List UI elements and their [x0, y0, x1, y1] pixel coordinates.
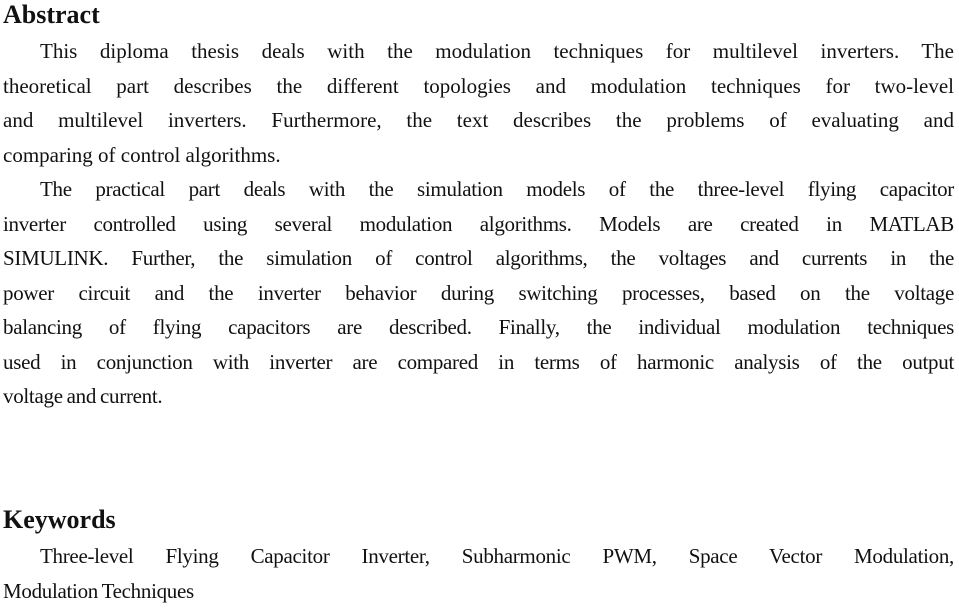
text-line: used in conjunction with inverter are co…: [3, 349, 954, 374]
abstract-paragraph-practical: The practical part deals with the simula…: [3, 172, 954, 414]
text-line: inverter controlled using several modula…: [3, 211, 954, 236]
abstract-paragraph-theoretical: This diploma thesis deals with the modul…: [3, 34, 954, 172]
text-line: and multilevel inverters. Furthermore, t…: [3, 108, 954, 132]
abstract-heading: Abstract: [3, 0, 100, 29]
keywords-line: Modulation Techniques: [3, 578, 194, 603]
text-line: theoretical part describes the different…: [3, 73, 954, 98]
text-line: power circuit and the inverter behavior …: [3, 280, 954, 305]
text-line: The practical part deals with the simula…: [40, 177, 954, 201]
keywords-line: Three-level Flying Capacitor Inverter, S…: [40, 544, 954, 568]
text-line: balancing of flying capacitors are descr…: [3, 315, 954, 339]
text-line: SIMULINK. Further, the simulation of con…: [3, 246, 954, 270]
text-line: comparing of control algorithms.: [3, 142, 281, 167]
text-line: voltage and current.: [3, 384, 163, 408]
keywords-heading: Keywords: [3, 505, 116, 534]
text-line: This diploma thesis deals with the modul…: [40, 39, 954, 63]
keywords-list: Three-level Flying Capacitor Inverter, S…: [3, 539, 954, 608]
